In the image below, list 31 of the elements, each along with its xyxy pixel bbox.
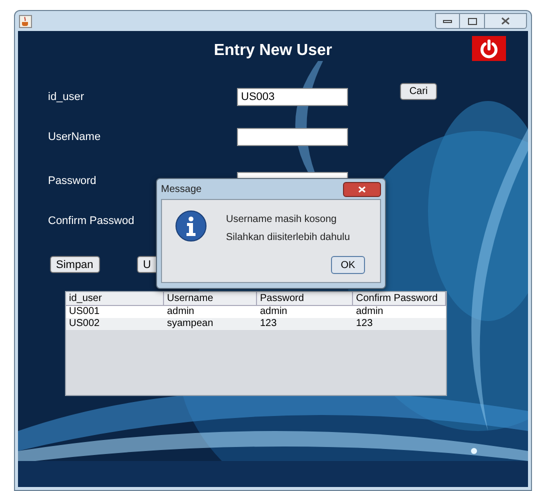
message-text: Username masih kosong [226,213,338,227]
table-cell-text: 123 [259,318,278,330]
field-label: Confirm Passwod [48,214,134,229]
maximize-button[interactable] [460,13,485,29]
ok-button[interactable]: OK [331,256,365,274]
close-icon [501,17,510,25]
minimize-button[interactable] [435,13,460,29]
field-label: UserName [48,130,101,145]
table-cell-text: admin [355,306,384,318]
table-cell-text: 123 [355,318,374,330]
input-field[interactable] [237,128,348,146]
action-button[interactable]: Simpan [50,256,100,273]
form-title: Entry New User [214,41,332,61]
table-cell-text: syampean [166,318,214,330]
input-field[interactable]: US003 [237,88,348,106]
close-button[interactable] [485,13,527,29]
power-icon [479,38,499,58]
field-label: id_user [48,90,84,105]
close-button[interactable] [343,182,381,196]
field-label: Password [48,174,96,189]
search-button[interactable]: Cari [400,83,437,100]
power-button[interactable] [472,36,506,61]
message-text: Silahkan diisiterlebih dahulu [226,231,351,245]
table-cell-text: US001 [68,306,101,318]
dialog-title: Message [161,182,202,196]
table-cell-text: admin [166,306,196,318]
close-icon [358,186,366,192]
java-cup-icon [19,14,32,28]
table-cell-text: admin [259,306,288,318]
table-cell-text: US002 [68,318,101,330]
info-icon [175,210,207,242]
